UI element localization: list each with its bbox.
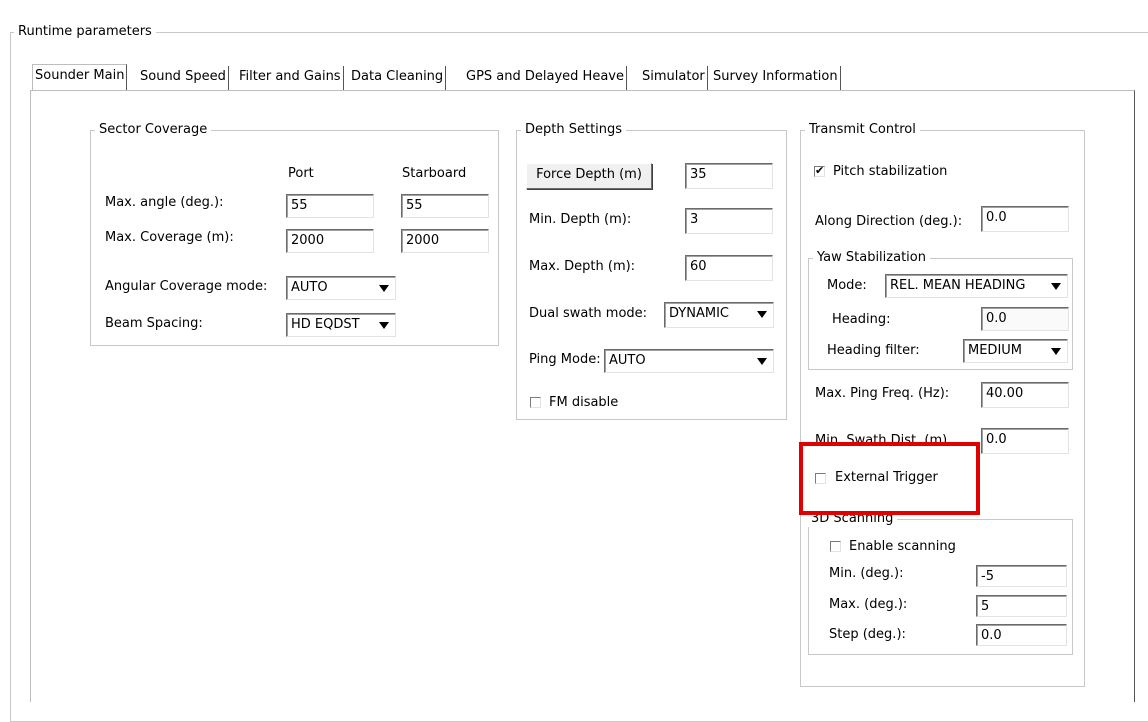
yaw-mode-label: Mode: xyxy=(827,278,867,293)
external-trigger-highlight xyxy=(799,442,980,515)
min-swath-dist-input[interactable]: 0.0 xyxy=(981,428,1069,454)
dual-swath-mode-value: DYNAMIC xyxy=(669,306,729,321)
min-depth-input[interactable]: 3 xyxy=(685,208,773,234)
chevron-down-icon[interactable] xyxy=(1048,343,1064,359)
beam-spacing-value: HD EQDST xyxy=(291,317,360,332)
tab-simulator[interactable]: Simulator xyxy=(640,66,708,90)
scan-step-input[interactable]: 0.0 xyxy=(976,624,1067,646)
fm-disable-checkbox[interactable] xyxy=(530,397,541,408)
dual-swath-mode-select[interactable]: DYNAMIC xyxy=(664,302,774,328)
tab-filter-and-gains[interactable]: Filter and Gains xyxy=(237,66,344,90)
along-direction-input[interactable]: 0.0 xyxy=(981,206,1069,232)
max-depth-input[interactable]: 60 xyxy=(685,255,773,281)
enable-scanning-checkbox[interactable] xyxy=(830,541,841,552)
yaw-mode-select[interactable]: REL. MEAN HEADING xyxy=(885,274,1068,298)
yaw-mode-value: REL. MEAN HEADING xyxy=(890,278,1026,293)
min-depth-label: Min. Depth (m): xyxy=(529,212,632,227)
fm-disable-label: FM disable xyxy=(549,395,619,410)
port-header: Port xyxy=(288,166,314,181)
pitch-stabilization-label: Pitch stabilization xyxy=(833,164,948,179)
max-depth-label: Max. Depth (m): xyxy=(529,259,636,274)
pitch-stabilization-checkbox[interactable] xyxy=(814,163,825,179)
force-depth-input[interactable]: 35 xyxy=(685,163,773,189)
max-ping-freq-input[interactable]: 40.00 xyxy=(981,382,1069,408)
force-depth-button[interactable]: Force Depth (m) xyxy=(526,163,652,189)
scan-max-input[interactable]: 5 xyxy=(976,595,1067,617)
chevron-down-icon[interactable] xyxy=(1048,278,1064,294)
depth-settings-title: Depth Settings xyxy=(521,122,627,138)
scan-max-label: Max. (deg.): xyxy=(829,597,908,612)
max-coverage-label: Max. Coverage (m): xyxy=(105,230,234,245)
chevron-down-icon[interactable] xyxy=(376,280,392,296)
ping-mode-value: AUTO xyxy=(609,353,646,368)
heading-filter-select[interactable]: MEDIUM xyxy=(963,339,1068,363)
chevron-down-icon[interactable] xyxy=(754,306,770,322)
transmit-control-title: Transmit Control xyxy=(805,122,920,138)
tab-sounder-main[interactable]: Sounder Main xyxy=(32,64,128,91)
enable-scanning-label: Enable scanning xyxy=(849,539,956,554)
tab-survey-information[interactable]: Survey Information xyxy=(711,66,841,90)
max-coverage-port-input[interactable]: 2000 xyxy=(286,229,374,253)
ping-mode-select[interactable]: AUTO xyxy=(604,349,774,373)
scan-step-label: Step (deg.): xyxy=(829,627,906,642)
chevron-down-icon[interactable] xyxy=(754,353,770,369)
runtime-parameters-title: Runtime parameters xyxy=(14,24,156,40)
scan-min-input[interactable]: -5 xyxy=(976,565,1067,587)
dual-swath-mode-label: Dual swath mode: xyxy=(529,306,648,321)
scan-min-label: Min. (deg.): xyxy=(829,566,904,581)
beam-spacing-select[interactable]: HD EQDST xyxy=(286,313,396,337)
sector-coverage-title: Sector Coverage xyxy=(95,122,212,138)
max-coverage-starboard-input[interactable]: 2000 xyxy=(401,229,489,253)
heading-input[interactable]: 0.0 xyxy=(981,307,1069,331)
max-angle-label: Max. angle (deg.): xyxy=(105,195,224,210)
max-angle-port-input[interactable]: 55 xyxy=(286,194,374,218)
chevron-down-icon[interactable] xyxy=(376,317,392,333)
starboard-header: Starboard xyxy=(402,166,467,181)
heading-filter-value: MEDIUM xyxy=(968,343,1023,358)
along-direction-label: Along Direction (deg.): xyxy=(815,214,963,229)
tab-sound-speed[interactable]: Sound Speed xyxy=(138,66,229,90)
max-angle-starboard-input[interactable]: 55 xyxy=(401,194,489,218)
beam-spacing-label: Beam Spacing: xyxy=(105,316,203,331)
yaw-stabilization-title: Yaw Stabilization xyxy=(813,250,930,266)
max-ping-freq-label: Max. Ping Freq. (Hz): xyxy=(815,386,950,401)
angular-coverage-mode-value: AUTO xyxy=(291,280,328,295)
tab-data-cleaning[interactable]: Data Cleaning xyxy=(349,66,447,90)
tab-gps-and-delayed-heave[interactable]: GPS and Delayed Heave xyxy=(464,66,627,90)
ping-mode-label: Ping Mode: xyxy=(529,352,601,367)
heading-label: Heading: xyxy=(832,312,891,327)
angular-coverage-mode-select[interactable]: AUTO xyxy=(286,276,396,300)
heading-filter-label: Heading filter: xyxy=(827,343,920,358)
angular-coverage-mode-label: Angular Coverage mode: xyxy=(105,279,268,294)
